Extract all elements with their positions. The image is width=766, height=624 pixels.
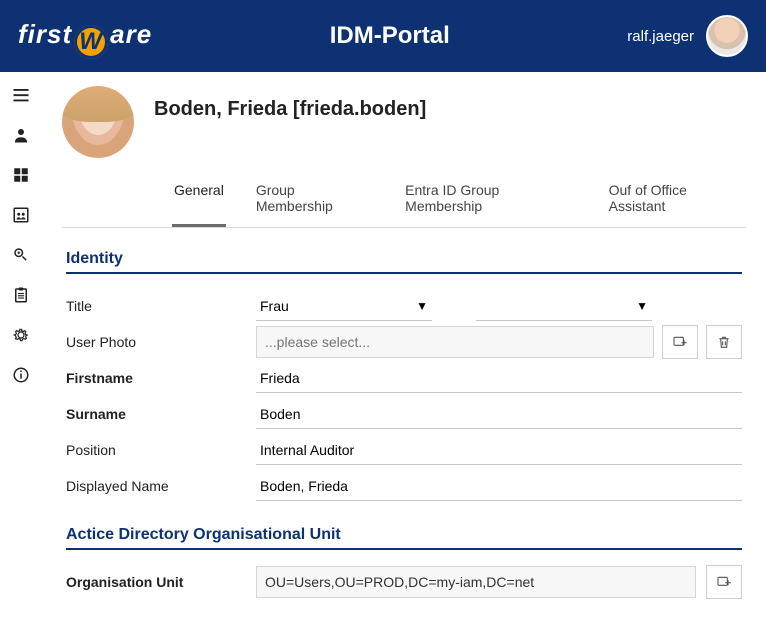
ou-input[interactable]	[256, 566, 696, 598]
user-icon[interactable]	[12, 126, 30, 144]
settings-gear-small-icon[interactable]	[12, 246, 30, 264]
logo-w-badge: W	[74, 25, 108, 59]
identity-heading: Identity	[66, 250, 742, 274]
userphoto-input[interactable]	[256, 326, 654, 358]
ou-section: Actice Directory Organisational Unit Org…	[66, 526, 742, 600]
side-nav	[0, 72, 42, 602]
tab-out-of-office[interactable]: Ouf of Office Assistant	[607, 172, 746, 227]
clipboard-icon[interactable]	[12, 286, 30, 304]
identity-section: Identity Title Frau ▼ ▼	[66, 250, 742, 504]
title-label: Title	[66, 298, 244, 314]
chevron-down-icon: ▼	[636, 299, 648, 313]
title-select-value: Frau	[260, 298, 289, 314]
info-icon[interactable]	[12, 366, 30, 384]
title-select[interactable]: Frau ▼	[256, 291, 432, 321]
subject-photo	[62, 86, 134, 158]
userphoto-browse-button[interactable]	[662, 325, 698, 359]
settings-icon[interactable]	[12, 326, 30, 344]
displayed-name-label: Displayed Name	[66, 478, 244, 494]
position-input[interactable]	[256, 435, 742, 465]
app-header: first W are IDM-Portal ralf.jaeger	[0, 0, 766, 72]
chevron-down-icon: ▼	[416, 299, 428, 313]
brand-logo: first W are	[18, 19, 152, 53]
surname-input[interactable]	[256, 399, 742, 429]
tab-general[interactable]: General	[172, 172, 226, 227]
position-label: Position	[66, 442, 244, 458]
ou-browse-button[interactable]	[706, 565, 742, 599]
ou-label: Organisation Unit	[66, 574, 244, 590]
userphoto-delete-button[interactable]	[706, 325, 742, 359]
tab-bar: General Group Membership Entra ID Group …	[62, 172, 746, 228]
tab-entra-group-membership[interactable]: Entra ID Group Membership	[403, 172, 578, 227]
surname-label: Surname	[66, 406, 244, 422]
main-content: Boden, Frieda [frieda.boden] General Gro…	[42, 72, 766, 602]
current-username: ralf.jaeger	[627, 28, 694, 45]
firstname-label: Firstname	[66, 370, 244, 386]
grid-icon[interactable]	[12, 166, 30, 184]
firstname-input[interactable]	[256, 363, 742, 393]
page-title: Boden, Frieda [frieda.boden]	[154, 86, 426, 121]
tab-group-membership[interactable]: Group Membership	[254, 172, 375, 227]
form-scroll-area[interactable]: Identity Title Frau ▼ ▼	[62, 228, 746, 624]
menu-icon[interactable]	[12, 86, 30, 104]
title-select-secondary[interactable]: ▼	[476, 291, 652, 321]
displayed-name-input[interactable]	[256, 471, 742, 501]
logo-suffix: are	[110, 19, 152, 50]
userphoto-label: User Photo	[66, 334, 244, 350]
portal-title: IDM-Portal	[152, 22, 627, 50]
current-user-area[interactable]: ralf.jaeger	[627, 15, 748, 57]
logo-prefix: first	[18, 19, 72, 50]
org-icon[interactable]	[12, 206, 30, 224]
current-user-avatar[interactable]	[706, 15, 748, 57]
ou-heading: Actice Directory Organisational Unit	[66, 526, 742, 550]
